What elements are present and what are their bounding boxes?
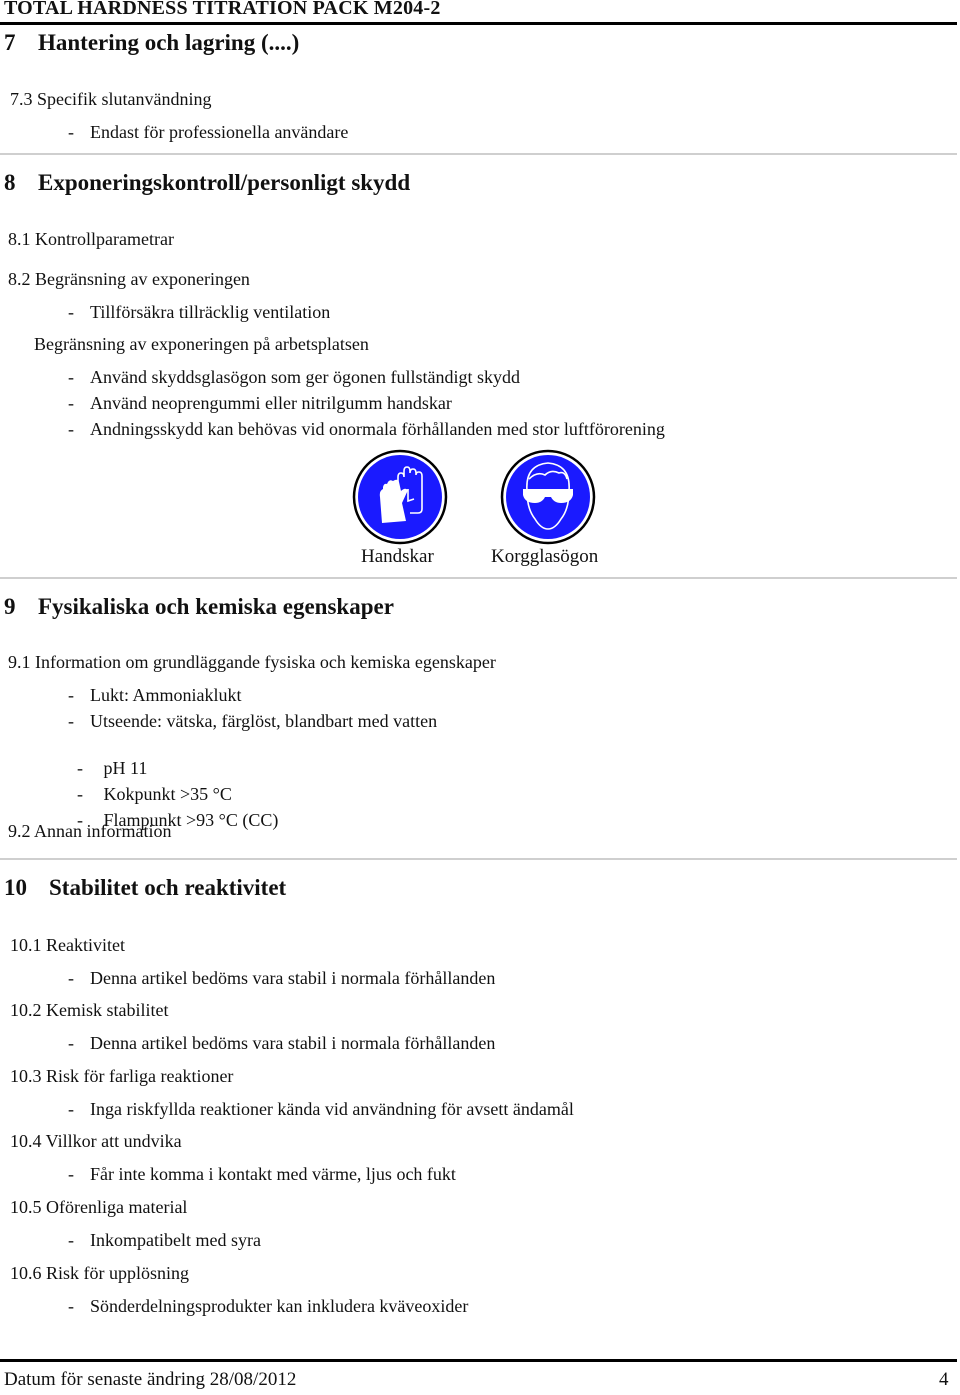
subsection-7-3: 7.3 Specifik slutanvändning [10,89,212,109]
section-10-heading: 10 Stabilitet och reaktivitet [4,875,286,901]
subsection-10-2: 10.2 Kemisk stabilitet [10,1000,169,1020]
bullet-dash: - [68,419,74,439]
section-separator [0,577,957,579]
section-title: Exponeringskontroll/personligt skydd [38,170,411,195]
bullet-dash: - [68,1033,74,1053]
section-title: Stabilitet och reaktivitet [49,875,287,900]
subsection-8-2: 8.2 Begränsning av exponeringen [8,269,250,289]
subsection-9-1: 9.1 Information om grundläggande fysiska… [8,652,496,672]
bullet-dash: - [68,1164,74,1184]
subsection-10-5: 10.5 Oförenliga material [10,1197,188,1217]
list-item: - Endast för professionella användare [68,122,349,142]
list-item: - Använd neoprengummi eller nitrilgumm ha… [68,393,452,413]
section-separator [0,858,957,860]
list-item: - Andningsskydd kan behövas vid onormala … [68,419,665,439]
bullet-dash: - [68,302,74,322]
workplace-label: Begränsning av exponeringen på arbetspla… [34,334,369,354]
revision-date: Datum för senaste ändring 28/08/2012 [4,1369,297,1390]
subsection-10-6: 10.6 Risk för upplösning [10,1263,190,1283]
list-item: - Inkompatibelt med syra [68,1230,261,1250]
bullet-dash: - [68,1230,74,1250]
list-item: - Denna artikel bedöms vara stabil i norm… [68,968,496,988]
pictogram-caption: Handskar [361,546,434,567]
section-title: Hantering och lagring (....) [38,30,300,55]
subsection-10-3: 10.3 Risk för farliga reaktioner [10,1066,234,1086]
page-number: 4 [939,1369,949,1390]
section-9-heading: 9 Fysikaliska och kemiska egenskaper [4,594,394,620]
section-number: 10 [4,875,27,900]
section-number: 9 [4,594,16,619]
header-rule [0,22,957,25]
section-7-heading: 7 Hantering och lagring (....) [4,30,299,56]
list-item: - Utseende: vätska, färglöst, blandbart m… [68,711,438,731]
section-number: 7 [4,30,16,55]
pictogram-caption: Korgglasögon [491,546,599,567]
section-title: Fysikaliska och kemiska egenskaper [38,594,394,619]
list-item: - Sönderdelningsprodukter kan inkludera k… [68,1296,469,1316]
section-separator [0,153,957,155]
bullet-dash: - [68,685,74,705]
subsection-9-2: 9.2 Annan information [8,821,172,841]
list-item: - Använd skyddsglasögon som ger ögonen fu… [68,367,520,387]
list-item: - Lukt: Ammoniaklukt [68,685,242,705]
goggles-icon [500,449,596,545]
section-number: 8 [4,170,16,195]
footer-rule [0,1359,957,1362]
list-item: - Inga riskfyllda reaktioner kända vid an… [68,1099,574,1119]
list-item: - Får inte komma i kontakt med värme, lju… [68,1164,456,1184]
subsection-10-1: 10.1 Reaktivitet [10,935,125,955]
list-item: - Denna artikel bedöms vara stabil i norm… [68,1033,496,1053]
subsection-8-1: 8.1 Kontrollparametrar [8,229,174,249]
section-8-heading: 8 Exponeringskontroll/personligt skydd [4,170,410,196]
bullet-dash: - [68,1296,74,1316]
document-header-title: TOTAL HARDNESS TITRATION PACK M204-2 [4,0,441,19]
subsection-10-4: 10.4 Villkor att undvika [10,1131,182,1151]
bullet-dash: - [68,367,74,387]
bullet-dash: - [68,122,74,142]
bullet-dash: - [68,393,74,413]
bullet-dash: - [68,711,74,731]
bullet-dash: - [68,968,74,988]
gloves-icon [352,449,448,545]
list-item: - Tillförsäkra tillräcklig ventilation [68,302,331,322]
bullet-dash: - [68,1099,74,1119]
